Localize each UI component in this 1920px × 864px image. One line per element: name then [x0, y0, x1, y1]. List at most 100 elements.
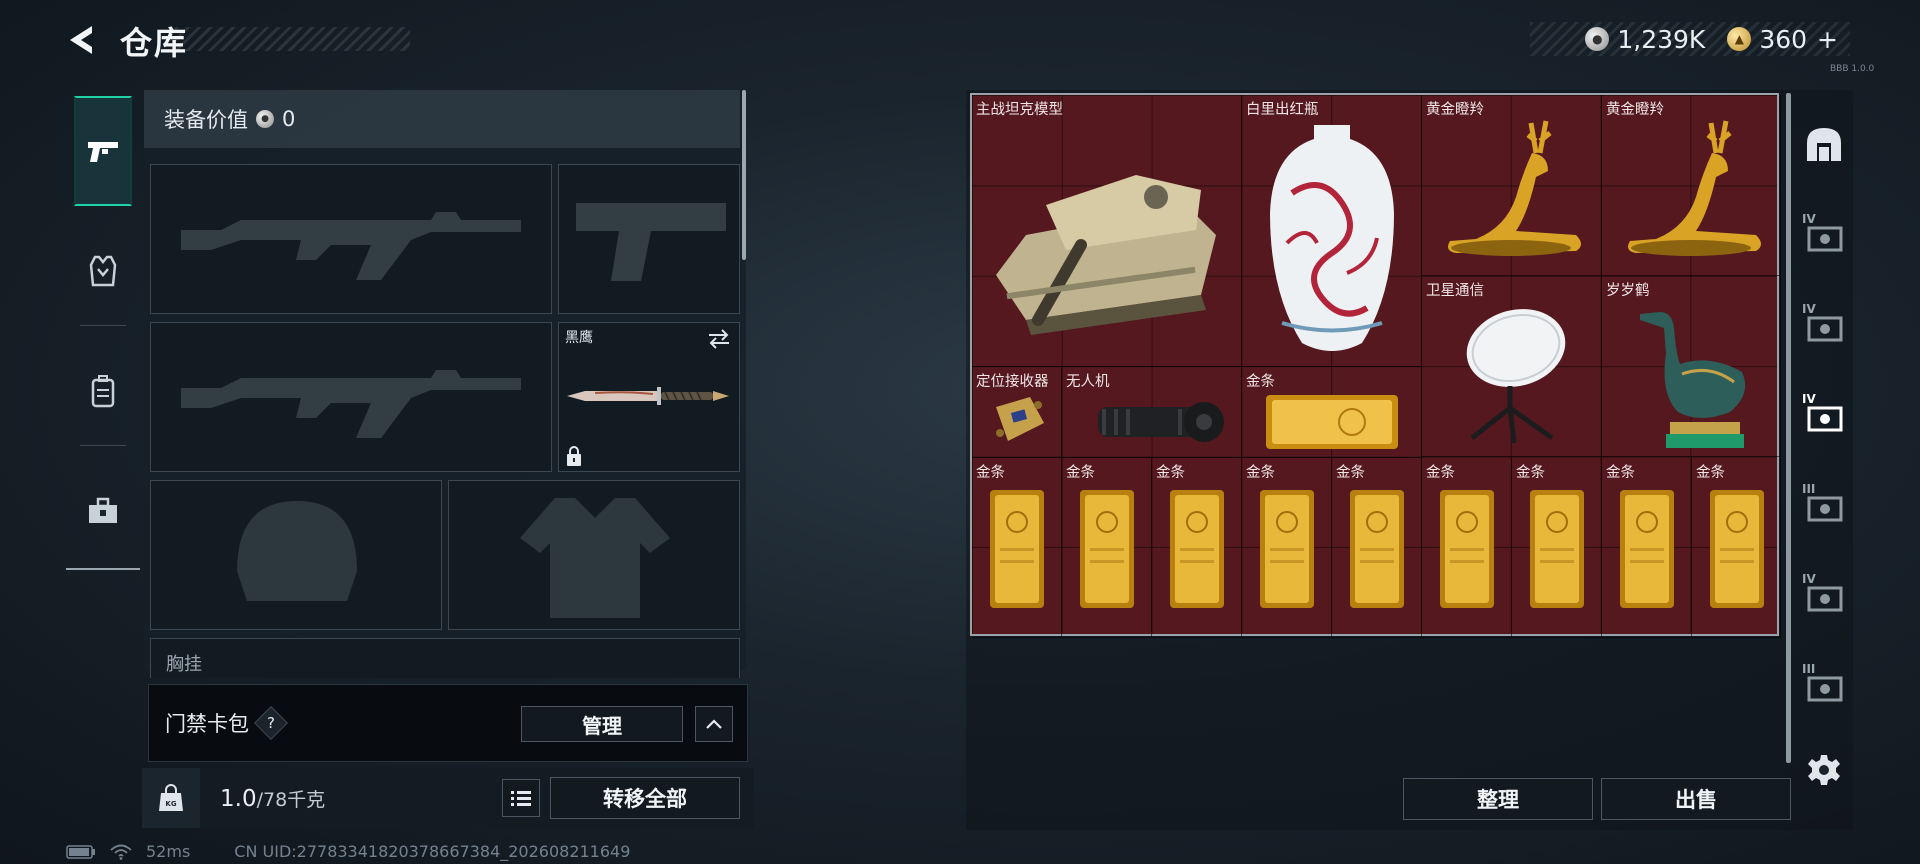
tab-all-items[interactable] — [1796, 104, 1852, 184]
back-arrow-icon — [70, 26, 92, 54]
gazelle-icon — [1628, 120, 1761, 256]
all-items-icon — [1807, 128, 1841, 161]
gear-icon — [1808, 755, 1840, 785]
tab-case-4[interactable]: III — [1796, 466, 1852, 546]
tab-weapons[interactable] — [74, 96, 132, 206]
melee-name: 黑鹰 — [565, 330, 593, 346]
satellite-dish-icon — [1466, 309, 1566, 444]
title-decoration — [175, 27, 410, 51]
settings-button[interactable] — [1796, 740, 1852, 800]
armor-silhouette-icon — [520, 498, 670, 618]
add-currency-button[interactable]: + — [1817, 25, 1838, 54]
item-gold-bar[interactable]: 金条 — [972, 458, 1062, 638]
lock-icon — [567, 446, 581, 466]
gold-bar-icon — [990, 490, 1044, 608]
keycard-label: 门禁卡包 — [165, 712, 249, 736]
item-porcelain-vase[interactable]: 白里出红瓶 — [1242, 95, 1422, 367]
tab-case-1[interactable]: IV — [1796, 196, 1852, 276]
armor-vest-icon — [89, 255, 117, 287]
svg-text:KG: KG — [165, 800, 176, 808]
helmet-slot[interactable] — [150, 480, 442, 630]
tab-backpack[interactable] — [74, 336, 132, 446]
item-gold-bar[interactable]: 金条 — [1602, 458, 1692, 638]
transfer-all-button[interactable]: 转移全部 — [550, 777, 740, 819]
chest-rig-label: 胸挂 — [166, 654, 202, 675]
gold-bar-icon — [1620, 490, 1674, 608]
sell-button[interactable]: 出售 — [1601, 778, 1791, 820]
gold-bar-icon — [1260, 490, 1314, 608]
chest-rig-slot[interactable] — [150, 638, 740, 678]
page-title: 仓库 — [120, 24, 189, 62]
list-view-button[interactable] — [502, 779, 540, 817]
list-icon — [511, 791, 531, 806]
secondary-weapon-slot[interactable] — [150, 322, 552, 472]
gold-bar-icon — [1350, 490, 1404, 608]
vase-icon — [1270, 125, 1394, 351]
swap-icon[interactable] — [707, 329, 731, 349]
tab-case-6[interactable]: III — [1796, 646, 1852, 726]
status-bar: 52ms CN UID:27783341820378667384_2026082… — [66, 842, 630, 861]
tab-case-3-active[interactable]: IV — [1796, 376, 1852, 456]
item-gold-bar[interactable]: 金条 — [1062, 458, 1152, 638]
rifle-silhouette-icon — [181, 370, 521, 438]
storage-scrollbar[interactable] — [1786, 93, 1791, 763]
item-gold-bar[interactable]: 金条 — [1242, 458, 1332, 638]
gold-bar-icon — [1530, 490, 1584, 608]
item-gold-bar[interactable]: 金条 — [1422, 458, 1512, 638]
equipment-scrollbar[interactable] — [742, 90, 746, 260]
toolbox-icon — [89, 497, 117, 523]
item-gold-bar[interactable]: 金条 — [1152, 458, 1242, 638]
item-gold-bar[interactable]: 金条 — [1512, 458, 1602, 638]
melee-slot[interactable]: 黑鹰 — [558, 322, 740, 472]
tab-case-5[interactable]: IV — [1796, 556, 1852, 636]
back-button[interactable] — [62, 20, 102, 60]
equipment-panel: 装备价值 ● 0 黑鹰 胸挂 — [144, 90, 746, 678]
silver-coin-icon: ● — [256, 110, 274, 128]
tab-armor[interactable] — [74, 216, 132, 326]
weight-readout: 1.0/78千克 — [220, 785, 325, 812]
currency-bar: ● 1,239K ▲ 360 + — [1530, 22, 1850, 56]
weight-max: /78千克 — [256, 788, 326, 811]
tank-icon — [996, 175, 1216, 335]
item-gold-bar[interactable]: 金条 — [1332, 458, 1422, 638]
battery-icon — [66, 844, 95, 859]
body-armor-slot[interactable] — [448, 480, 740, 630]
keycard-panel: 门禁卡包 ? 管理 — [148, 684, 748, 762]
silver-amount: 1,239K — [1617, 24, 1706, 54]
tab-toolbox[interactable] — [74, 456, 132, 566]
tab-case-2[interactable]: IV — [1796, 286, 1852, 366]
item-drone[interactable]: 无人机 — [1062, 367, 1242, 458]
pistol-silhouette-icon — [576, 203, 726, 281]
gazelle-icon — [1448, 120, 1581, 256]
item-tank-model[interactable]: 主战坦克模型 — [972, 95, 1242, 367]
storage-category-tabs: IV IV IV III IV III — [1796, 100, 1852, 820]
helmet-silhouette-icon — [237, 501, 357, 601]
ping-readout: 52ms — [146, 842, 191, 861]
receiver-icon — [996, 397, 1044, 441]
item-position-receiver[interactable]: 定位接收器 — [972, 367, 1062, 458]
item-crane-statue[interactable]: 岁岁鹤 — [1602, 276, 1781, 457]
uid-readout: CN UID:27783341820378667384_202608211649 — [234, 842, 631, 861]
help-icon[interactable]: ? — [254, 706, 288, 740]
rifle-silhouette-icon — [181, 212, 521, 280]
sort-button[interactable]: 整理 — [1403, 778, 1593, 820]
item-gold-bar[interactable]: 金条 — [1692, 458, 1781, 638]
backpack-icon — [91, 375, 115, 408]
item-golden-gazelle[interactable]: 黄金瞪羚 — [1602, 95, 1781, 276]
item-golden-gazelle[interactable]: 黄金瞪羚 — [1422, 95, 1602, 276]
pistol-slot[interactable] — [558, 164, 740, 314]
crane-icon — [1640, 312, 1746, 448]
drone-icon — [1098, 402, 1224, 442]
item-satellite-comm[interactable]: 卫星通信 — [1422, 276, 1602, 457]
equipment-value-header: 装备价值 ● 0 — [144, 90, 740, 148]
item-gold-bar[interactable]: 金条 — [1242, 367, 1422, 458]
equipment-value: 0 — [282, 107, 296, 131]
version-tag: BBB 1.0.0 — [1830, 64, 1875, 74]
silver-coin-icon: ● — [1585, 27, 1610, 51]
collapse-button[interactable] — [695, 706, 733, 742]
wifi-icon — [110, 844, 132, 860]
primary-weapon-slot[interactable] — [150, 164, 552, 314]
manage-button[interactable]: 管理 — [521, 706, 683, 742]
pistol-icon — [88, 142, 118, 162]
gold-bar-icon — [1440, 490, 1494, 608]
